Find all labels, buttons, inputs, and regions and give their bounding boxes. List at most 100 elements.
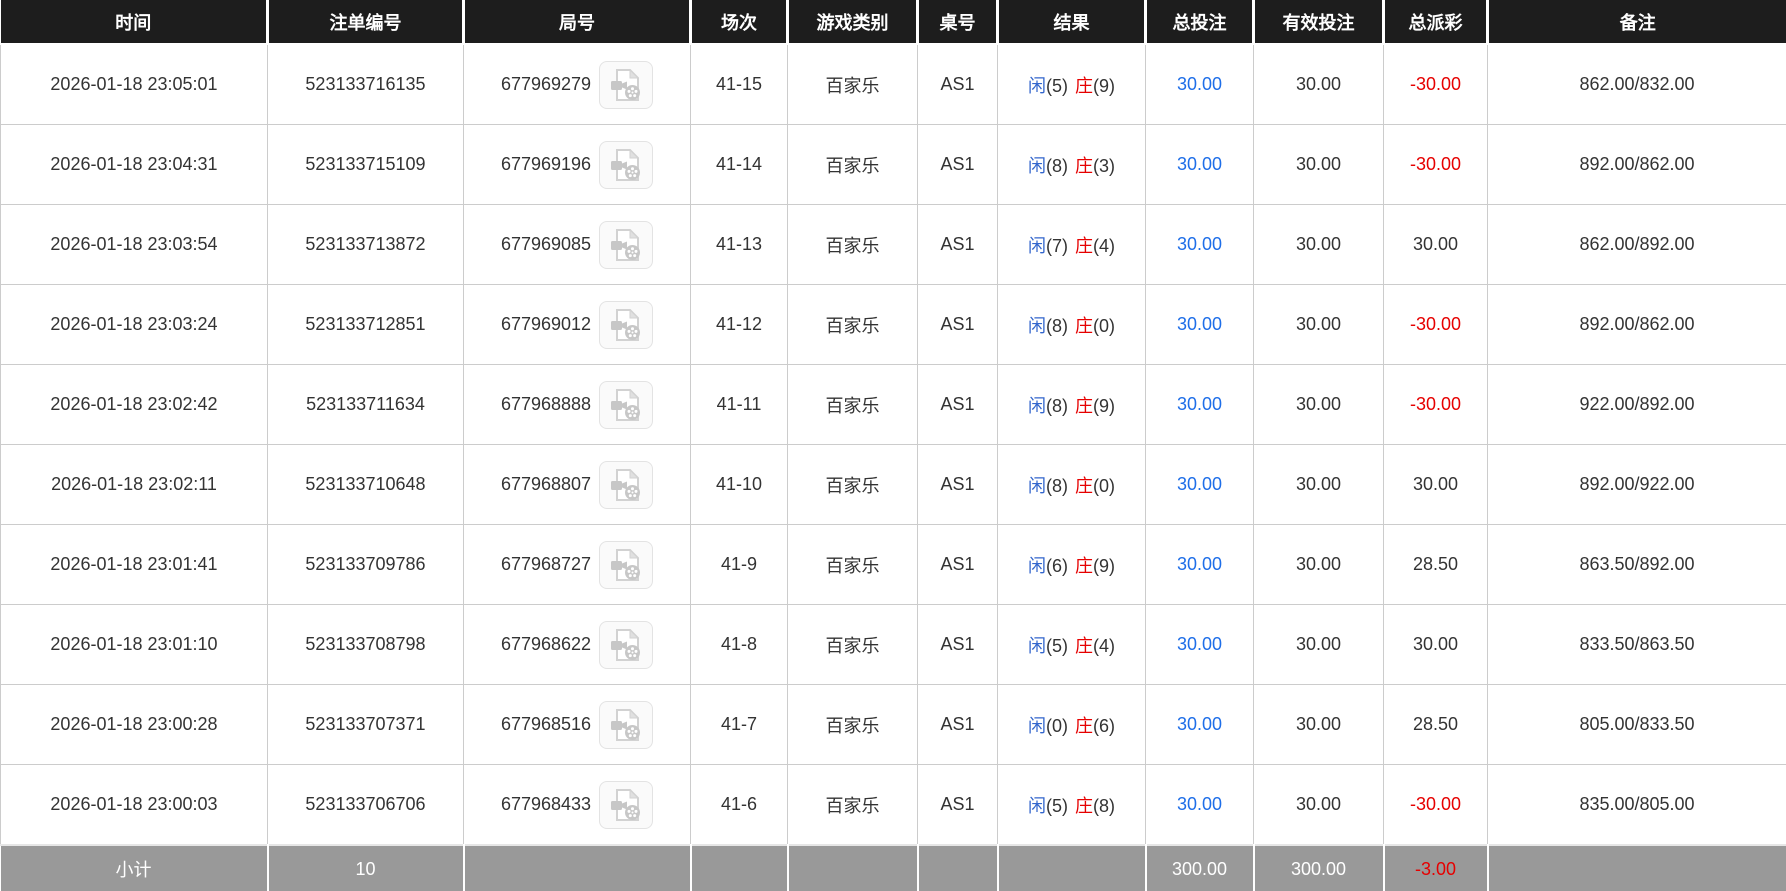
result-banker-points: (8) xyxy=(1093,795,1115,816)
result-player-label: 闲 xyxy=(1028,555,1046,576)
cell-table-no: AS1 xyxy=(917,204,998,285)
video-replay-button[interactable] xyxy=(599,60,654,109)
result-banker-label: 庄 xyxy=(1075,475,1093,496)
table-row: 2026-01-18 23:05:01 523133716135 6779692… xyxy=(0,43,1786,125)
cell-valid-bet: 30.00 xyxy=(1253,204,1384,285)
result-player-label: 闲 xyxy=(1028,315,1046,336)
cell-valid-bet: 30.00 xyxy=(1253,764,1384,846)
video-file-icon xyxy=(611,468,641,501)
table-row: 2026-01-18 23:04:31 523133715109 6779691… xyxy=(0,124,1786,205)
result-banker-label: 庄 xyxy=(1075,795,1093,816)
subtotal-empty-game-type xyxy=(787,844,919,891)
result-banker-points: (0) xyxy=(1093,315,1115,336)
result-player-points: (0) xyxy=(1046,715,1068,736)
cell-table-no: AS1 xyxy=(917,684,998,765)
result-banker-points: (4) xyxy=(1093,635,1115,656)
result-banker-points: (3) xyxy=(1093,155,1115,176)
cell-valid-bet: 30.00 xyxy=(1253,284,1384,365)
cell-valid-bet: 30.00 xyxy=(1253,444,1384,525)
video-file-icon xyxy=(611,788,641,821)
cell-bet-no: 523133715109 xyxy=(267,124,464,205)
cell-total-bet: 30.00 xyxy=(1145,43,1254,125)
result-banker-points: (9) xyxy=(1093,395,1115,416)
cell-remark: 863.50/892.00 xyxy=(1487,524,1786,605)
result-player-label: 闲 xyxy=(1028,395,1046,416)
cell-session: 41-12 xyxy=(690,284,788,365)
result-player-points: (5) xyxy=(1046,75,1068,96)
cell-bet-no: 523133707371 xyxy=(267,684,464,765)
cell-game-type: 百家乐 xyxy=(787,124,918,205)
cell-time: 2026-01-18 23:03:54 xyxy=(0,204,268,285)
column-header-time: 时间 xyxy=(0,0,269,45)
video-file-icon xyxy=(611,388,641,421)
cell-table-no: AS1 xyxy=(917,124,998,205)
cell-bet-no: 523133713872 xyxy=(267,204,464,285)
cell-remark: 892.00/862.00 xyxy=(1487,124,1786,205)
video-replay-button[interactable] xyxy=(599,540,654,589)
cell-total-bet: 30.00 xyxy=(1145,524,1254,605)
cell-game-type: 百家乐 xyxy=(787,43,918,125)
cell-time: 2026-01-18 23:02:42 xyxy=(0,364,268,445)
cell-table-no: AS1 xyxy=(917,284,998,365)
cell-time: 2026-01-18 23:01:41 xyxy=(0,524,268,605)
subtotal-valid-bet: 300.00 xyxy=(1253,844,1385,891)
cell-bet-no: 523133716135 xyxy=(267,43,464,125)
video-replay-button[interactable] xyxy=(599,220,654,269)
cell-time: 2026-01-18 23:01:10 xyxy=(0,604,268,685)
result-player-label: 闲 xyxy=(1028,235,1046,256)
cell-game-no: 677969196 xyxy=(463,124,691,205)
result-player-points: (5) xyxy=(1046,635,1068,656)
cell-payout: -30.00 xyxy=(1383,124,1488,205)
result-player-label: 闲 xyxy=(1028,635,1046,656)
cell-payout: -30.00 xyxy=(1383,764,1488,846)
bet-records-table: 时间 注单编号 局号 场次 游戏类别 桌号 结果 总投注 有效投注 总派彩 备注… xyxy=(0,0,1786,891)
subtotal-empty-remark xyxy=(1487,844,1786,891)
result-banker-label: 庄 xyxy=(1075,715,1093,736)
cell-valid-bet: 30.00 xyxy=(1253,684,1384,765)
video-replay-button[interactable] xyxy=(599,780,654,829)
subtotal-count: 10 xyxy=(267,844,465,891)
video-replay-button[interactable] xyxy=(599,140,654,189)
table-row: 2026-01-18 23:00:03 523133706706 6779684… xyxy=(0,764,1786,846)
result-player-points: (8) xyxy=(1046,315,1068,336)
game-no-value: 677968727 xyxy=(500,554,592,574)
cell-game-type: 百家乐 xyxy=(787,684,918,765)
cell-bet-no: 523133710648 xyxy=(267,444,464,525)
subtotal-row: 小计 10 300.00 300.00 -3.00 xyxy=(0,844,1786,891)
cell-time: 2026-01-18 23:03:24 xyxy=(0,284,268,365)
cell-game-type: 百家乐 xyxy=(787,764,918,846)
column-header-result: 结果 xyxy=(997,0,1147,45)
video-replay-button[interactable] xyxy=(599,620,654,669)
game-no-value: 677968433 xyxy=(500,794,592,814)
cell-table-no: AS1 xyxy=(917,43,998,125)
cell-remark: 922.00/892.00 xyxy=(1487,364,1786,445)
cell-game-type: 百家乐 xyxy=(787,284,918,365)
game-no-value: 677968516 xyxy=(500,714,592,734)
table-row: 2026-01-18 23:00:28 523133707371 6779685… xyxy=(0,684,1786,765)
cell-time: 2026-01-18 23:05:01 xyxy=(0,43,268,125)
cell-result: 闲(8) 庄(0) xyxy=(997,444,1146,525)
column-header-game-no: 局号 xyxy=(463,0,692,45)
video-replay-button[interactable] xyxy=(599,380,654,429)
video-replay-button[interactable] xyxy=(599,300,654,349)
video-file-icon xyxy=(611,628,641,661)
result-banker-points: (0) xyxy=(1093,475,1115,496)
video-replay-button[interactable] xyxy=(599,700,654,749)
cell-remark: 835.00/805.00 xyxy=(1487,764,1786,846)
result-player-label: 闲 xyxy=(1028,795,1046,816)
cell-result: 闲(0) 庄(6) xyxy=(997,684,1146,765)
result-banker-points: (9) xyxy=(1093,555,1115,576)
video-file-icon xyxy=(611,548,641,581)
cell-total-bet: 30.00 xyxy=(1145,684,1254,765)
result-player-points: (5) xyxy=(1046,795,1068,816)
cell-game-no: 677968888 xyxy=(463,364,691,445)
video-file-icon xyxy=(611,708,641,741)
subtotal-total-bet: 300.00 xyxy=(1145,844,1255,891)
video-replay-button[interactable] xyxy=(599,460,654,509)
cell-game-type: 百家乐 xyxy=(787,364,918,445)
cell-payout: -30.00 xyxy=(1383,43,1488,125)
cell-valid-bet: 30.00 xyxy=(1253,524,1384,605)
cell-payout: -30.00 xyxy=(1383,364,1488,445)
cell-game-type: 百家乐 xyxy=(787,604,918,685)
cell-bet-no: 523133708798 xyxy=(267,604,464,685)
